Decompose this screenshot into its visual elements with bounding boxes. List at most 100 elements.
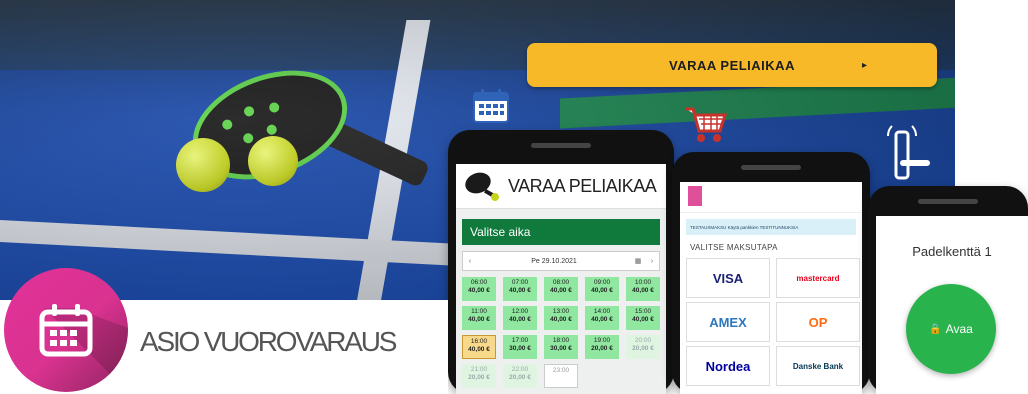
time-slot-grid: 06:00 40,00 €07:00 40,00 €08:00 40,00 €09:0…: [462, 277, 660, 388]
slot-price: 40,00 €: [550, 287, 572, 295]
payment-header: [680, 182, 862, 213]
slot-time: 10:00: [634, 279, 652, 286]
time-slot[interactable]: 20:00 20,00 €: [626, 335, 660, 359]
time-slot[interactable]: 17:00 30,00 €: [503, 335, 537, 359]
payment-method[interactable]: Nordea: [686, 346, 770, 386]
slot-price: 20,00 €: [632, 345, 654, 353]
phone-booking: VARAA PELIAIKAA Valitse aika ‹ Pe 29.10.…: [448, 130, 674, 394]
booking-title: VARAA PELIAIKAA: [508, 175, 657, 196]
arrow-right-icon: ▸: [861, 59, 867, 71]
payment-method-logo: OP: [808, 314, 828, 330]
slot-time: 17:00: [511, 337, 529, 344]
slot-time: 22:00: [511, 366, 529, 373]
slot-price: 40,00 €: [550, 316, 572, 324]
slot-price: 40,00 €: [632, 287, 654, 295]
calendar-icon: [473, 89, 509, 123]
payment-method-logo: AMEX: [709, 314, 747, 330]
time-slot[interactable]: 16:00 40,00 €: [462, 335, 496, 359]
slot-price: 40,00 €: [632, 316, 654, 324]
slots-area: Valitse aika ‹ Pe 29.10.2021 ▦ › 06:00 40…: [456, 209, 666, 394]
time-slot[interactable]: 06:00 40,00 €: [462, 277, 496, 301]
shopping-cart-icon: [686, 107, 728, 142]
time-slot[interactable]: 13:00 40,00 €: [544, 306, 578, 330]
slot-time: 08:00: [552, 279, 570, 286]
slot-time: 19:00: [593, 337, 611, 344]
next-day-button[interactable]: ›: [645, 258, 659, 265]
time-slot[interactable]: 10:00 40,00 €: [626, 277, 660, 301]
slot-time: 15:00: [634, 308, 652, 315]
slot-price: 40,00 €: [468, 346, 490, 354]
slot-time: 07:00: [511, 279, 529, 286]
payment-screen: TESTAUSMAKSU Käytä pankkien TESTITUNNUKS…: [680, 182, 862, 394]
payment-method[interactable]: Danske Bank: [776, 346, 860, 386]
time-slot[interactable]: 18:00 30,00 €: [544, 335, 578, 359]
unlock-screen: Padelkenttä 1 🔒 Avaa: [876, 216, 1028, 394]
time-slot[interactable]: 23:00: [544, 364, 578, 388]
slot-price: 40,00 €: [509, 316, 531, 324]
phone-payment: TESTAUSMAKSU Käytä pankkien TESTITUNNUKS…: [672, 152, 870, 394]
app-calendar-icon: [39, 304, 128, 392]
time-slot[interactable]: 08:00 40,00 €: [544, 277, 578, 301]
time-slot[interactable]: 09:00 40,00 €: [585, 277, 619, 301]
payment-method-logo: Danske Bank: [792, 361, 844, 371]
slot-time: 18:00: [552, 337, 570, 344]
calendar-picker-icon[interactable]: ▦: [631, 257, 645, 265]
time-slot[interactable]: 11:00 40,00 €: [462, 306, 496, 330]
time-slot[interactable]: 19:00 20,00 €: [585, 335, 619, 359]
test-payment-alert: TESTAUSMAKSU Käytä pankkien TESTITUNNUKS…: [686, 219, 856, 235]
payment-method-logo: mastercard: [796, 273, 840, 283]
time-slot[interactable]: 21:00 20,00 €: [462, 364, 496, 388]
payment-method[interactable]: mastercard: [776, 258, 860, 298]
slot-price: 40,00 €: [468, 316, 490, 324]
slot-time: 21:00: [470, 366, 488, 373]
payment-method[interactable]: OP: [776, 302, 860, 342]
time-slot[interactable]: 15:00 40,00 €: [626, 306, 660, 330]
date-selector[interactable]: ‹ Pe 29.10.2021 ▦ ›: [462, 251, 660, 271]
slot-time: 16:00: [470, 338, 488, 345]
unlock-label: Avaa: [945, 322, 973, 336]
slot-time: 23:00: [552, 367, 570, 374]
slot-price: 40,00 €: [509, 287, 531, 295]
book-playtime-label: VARAA PELIAIKAA: [669, 57, 795, 73]
slot-time: 12:00: [511, 308, 529, 315]
slot-price: 20,00 €: [591, 345, 613, 353]
payment-method[interactable]: VISA: [686, 258, 770, 298]
payment-method-logo: Nordea: [705, 358, 751, 374]
venue-logo: [688, 186, 702, 206]
slot-time: 13:00: [552, 308, 570, 315]
time-slot[interactable]: 22:00 20,00 €: [503, 364, 537, 388]
slot-price: 30,00 €: [550, 345, 572, 353]
payment-methods: VISA mastercard AMEX OP Nordea Danske Bank: [686, 258, 860, 386]
slot-price: 40,00 €: [591, 316, 613, 324]
app-badge: [4, 268, 128, 392]
lock-icon: 🔒: [929, 323, 942, 335]
time-slot[interactable]: 12:00 40,00 €: [503, 306, 537, 330]
booking-header: VARAA PELIAIKAA: [456, 164, 666, 209]
slot-price: 40,00 €: [591, 287, 613, 295]
slot-time: 06:00: [470, 279, 488, 286]
slot-price: 20,00 €: [468, 374, 490, 382]
slot-price: 40,00 €: [468, 287, 490, 295]
time-slot[interactable]: 14:00 40,00 €: [585, 306, 619, 330]
choose-time-label: Valitse aika: [462, 219, 660, 245]
payment-method-title: VALITSE MAKSUTAPA: [690, 243, 778, 252]
selected-date: Pe 29.10.2021: [531, 257, 577, 265]
payment-method[interactable]: AMEX: [686, 302, 770, 342]
slot-time: 20:00: [634, 337, 652, 344]
slot-time: 09:00: [593, 279, 611, 286]
slot-price: 30,00 €: [509, 345, 531, 353]
slot-price: 20,00 €: [509, 374, 531, 382]
payment-method-logo: VISA: [712, 270, 744, 286]
slot-time: 11:00: [471, 308, 487, 315]
door-lock-icon: [886, 125, 930, 180]
book-playtime-button[interactable]: VARAA PELIAIKAA ▸: [527, 43, 937, 87]
time-slot[interactable]: 07:00 40,00 €: [503, 277, 537, 301]
court-name: Padelkenttä 1: [912, 244, 992, 259]
slot-time: 14:00: [593, 308, 611, 315]
brand-name: ASIO VUOROVARAUS: [140, 326, 397, 357]
prev-day-button[interactable]: ‹: [463, 258, 477, 265]
unlock-button[interactable]: 🔒 Avaa: [906, 284, 996, 374]
padel-logo-icon: [465, 172, 499, 201]
booking-screen: VARAA PELIAIKAA Valitse aika ‹ Pe 29.10.…: [456, 164, 666, 394]
phone-unlock: Padelkenttä 1 🔒 Avaa: [868, 186, 1028, 394]
